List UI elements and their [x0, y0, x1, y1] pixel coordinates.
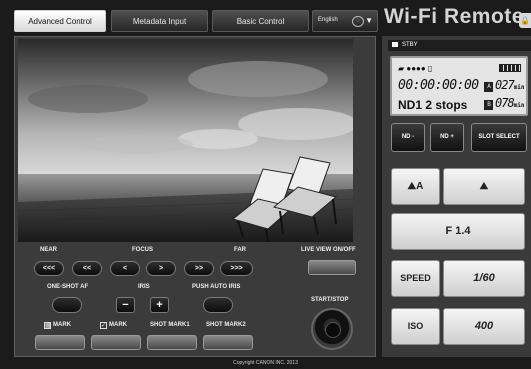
push-auto-iris-button[interactable] [203, 297, 233, 313]
focus-near-slow-button[interactable]: < [110, 261, 140, 276]
start-stop-button[interactable] [311, 308, 353, 350]
slot-a-remaining: A 027min [484, 78, 525, 92]
iso-label: ISO [391, 308, 440, 345]
white-balance-set-icon: ⛰ [479, 181, 489, 192]
push-auto-iris-label: PUSH AUTO IRIS [192, 284, 241, 290]
timecode: 00:00:00:00 [398, 78, 479, 93]
focus-label: FOCUS [132, 247, 153, 253]
battery-icon [499, 64, 521, 72]
tab-advanced-control[interactable]: Advanced Control [14, 10, 106, 32]
lock-icon[interactable]: 🔒 [519, 13, 531, 28]
start-stop-label: START/STOP [311, 297, 349, 303]
shutter-speed-button[interactable]: 1/60 [443, 260, 525, 297]
language-label: English [318, 17, 338, 23]
copyright: Copyright CANON INC. 2013 [233, 360, 298, 366]
sd-card-b-icon: B [484, 100, 493, 110]
focus-far-slow-button[interactable]: > [146, 261, 176, 276]
iso-button[interactable]: 400 [443, 308, 525, 345]
near-label: NEAR [40, 247, 58, 253]
live-view-toggle-button[interactable] [308, 260, 356, 275]
mark2-button[interactable] [91, 335, 141, 350]
iris-plus-button[interactable]: + [150, 297, 169, 313]
mark1-label: ▦ MARK [44, 322, 71, 329]
one-shot-af-label: ONE-SHOT AF [47, 284, 89, 290]
record-indicator-icon: ▰ ●●●● ▯ [398, 64, 433, 73]
focus-far-fast-button[interactable]: >>> [220, 261, 253, 276]
nd-plus-button[interactable]: ND + [430, 123, 464, 152]
app-title: Wi-Fi Remote [384, 5, 524, 28]
far-label: FAR [234, 247, 246, 253]
iris-label: IRIS [138, 284, 150, 290]
aperture-button[interactable]: F 1.4 [391, 213, 525, 250]
shot-mark2-label: SHOT MARK2 [206, 322, 246, 328]
camera-icon [392, 42, 398, 47]
mark2-label: ✓ MARK [100, 322, 127, 329]
sd-card-a-icon: A [484, 82, 493, 92]
status-bar: STBY [388, 40, 531, 51]
one-shot-af-button[interactable] [52, 297, 82, 313]
iris-minus-button[interactable]: − [116, 297, 135, 313]
mode-status: STBY [402, 42, 418, 48]
mark1-button[interactable] [35, 335, 85, 350]
shot-mark1-label: SHOT MARK1 [150, 322, 190, 328]
wb-set-button[interactable]: ⛰ [443, 168, 525, 205]
status-display: ▰ ●●●● ▯ 00:00:00:00 ND1 2 stops A 027min… [390, 56, 528, 116]
speed-label: SPEED [391, 260, 440, 297]
mark1-checkbox-icon: ▦ [44, 322, 51, 329]
tab-basic-control[interactable]: Basic Control [212, 10, 309, 32]
globe-icon: ◌ [352, 16, 364, 27]
shot-mark2-button[interactable] [203, 335, 253, 350]
white-balance-icon: ⛰ [407, 181, 417, 192]
slot-select-button[interactable]: SLOT SELECT [471, 123, 527, 152]
nd-minus-button[interactable]: ND - [391, 123, 425, 152]
mark2-checkbox-icon: ✓ [100, 322, 107, 329]
nd-status: ND1 2 stops [398, 98, 468, 112]
chevron-down-icon: ▼ [365, 16, 373, 25]
focus-near-fast-button[interactable]: <<< [34, 261, 64, 276]
wb-auto-button[interactable]: ⛰A [391, 168, 440, 205]
tab-metadata-input[interactable]: Metadata Input [111, 10, 208, 32]
live-view-label: LIVE VIEW ON/OFF [301, 247, 356, 253]
live-view-image [18, 39, 353, 242]
shot-mark1-button[interactable] [147, 335, 197, 350]
focus-near-medium-button[interactable]: << [72, 261, 102, 276]
slot-b-remaining: B 078min [484, 96, 525, 110]
language-select[interactable]: English ◌ ▼ [312, 10, 378, 32]
focus-far-medium-button[interactable]: >> [184, 261, 214, 276]
